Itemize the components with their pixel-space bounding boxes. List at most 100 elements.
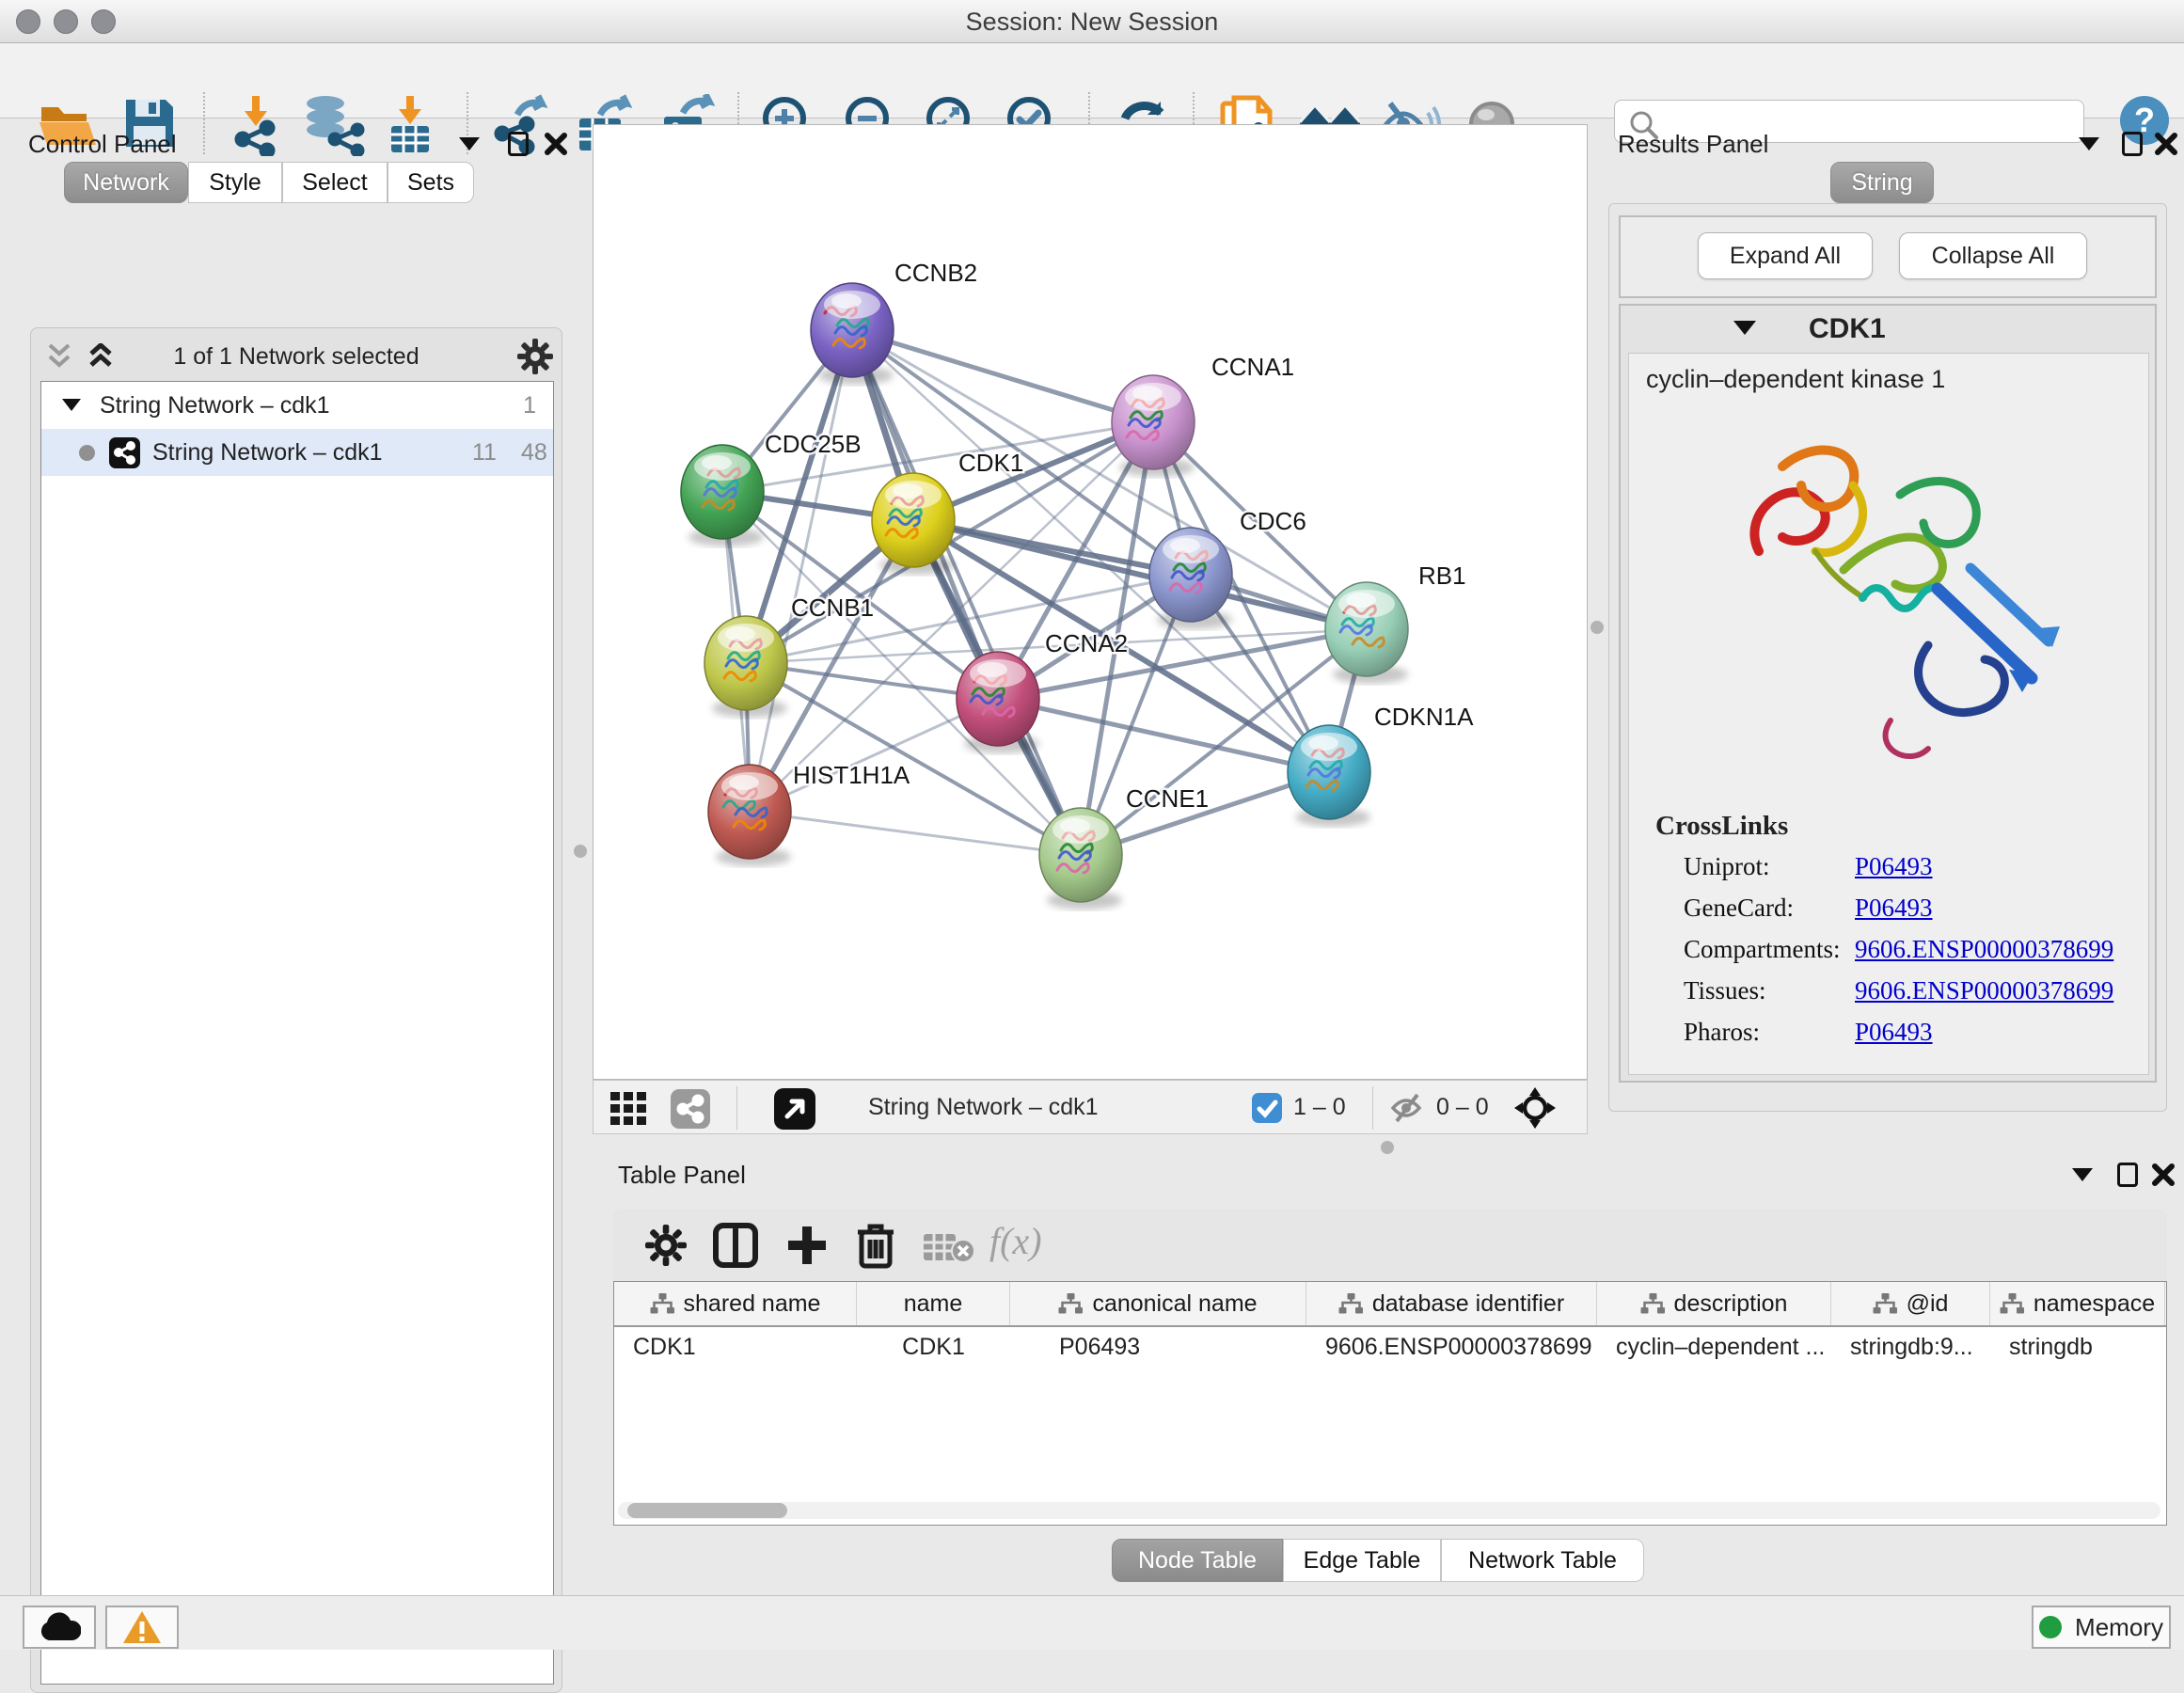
network-node-ccnb1[interactable] (704, 616, 787, 718)
cloud-icon (38, 1612, 81, 1642)
cloud-status-button[interactable] (23, 1606, 96, 1649)
node-label: CCNE1 (1126, 784, 1209, 813)
control-panel-collapse-icon[interactable] (459, 137, 480, 150)
string-view-badge-icon[interactable] (671, 1089, 710, 1129)
tab-style[interactable]: Style (188, 162, 282, 203)
network-edge[interactable] (750, 812, 1081, 855)
network-node-ccne1[interactable] (1039, 808, 1122, 910)
tab-string-results[interactable]: String (1830, 162, 1934, 203)
crosslink-link[interactable]: 9606.ENSP00000378699 (1855, 935, 2113, 964)
table-panel-collapse-icon[interactable] (2072, 1168, 2093, 1181)
tab-network[interactable]: Network (64, 162, 188, 203)
column-header-canonical-name[interactable]: canonical name (1010, 1282, 1306, 1325)
tab-select[interactable]: Select (282, 162, 388, 203)
network-status-bar: String Network – cdk1 1 – 0 0 – 0 (593, 1080, 1588, 1134)
network-row-selected[interactable]: String Network – cdk1 11 48 (41, 429, 553, 476)
network-graph[interactable]: CCNB2CCNA1CDC25BCDK1CDC6RB1CCNB1CCNA2CDK… (593, 125, 1587, 1079)
scrollbar-thumb[interactable] (627, 1503, 787, 1518)
selected-count: 1 – 0 (1293, 1094, 1346, 1121)
crosslink-link[interactable]: 9606.ENSP00000378699 (1855, 976, 2113, 1005)
table-cell: stringdb:9... (1831, 1334, 1990, 1361)
node-label: CDC25B (765, 430, 862, 458)
column-header-shared-name[interactable]: shared name (614, 1282, 857, 1325)
node-label: RB1 (1418, 562, 1466, 590)
tab-sets[interactable]: Sets (388, 162, 474, 203)
warnings-button[interactable] (105, 1606, 179, 1649)
tab-node-table[interactable]: Node Table (1112, 1539, 1283, 1582)
table-cell: P06493 (1010, 1334, 1306, 1361)
tab-edge-table[interactable]: Edge Table (1283, 1539, 1441, 1582)
network-node-ccna2[interactable] (957, 652, 1039, 753)
memory-status-dot-icon (2039, 1616, 2062, 1638)
string-app-badge-icon (109, 437, 140, 468)
results-panel-collapse-icon[interactable] (2079, 137, 2099, 150)
control-panel-float-icon[interactable] (508, 132, 529, 156)
network-edge[interactable] (852, 330, 1153, 422)
column-header-name[interactable]: name (857, 1282, 1010, 1325)
network-node-cdc25b[interactable] (681, 445, 764, 546)
results-panel-float-icon[interactable] (2122, 132, 2143, 156)
column-header-namespace[interactable]: namespace (1990, 1282, 2165, 1325)
table-body: CDK1CDK1P064939606.ENSP00000378699cyclin… (614, 1327, 2166, 1367)
hierarchy-icon (1338, 1292, 1363, 1315)
table-panel-float-icon[interactable] (2117, 1163, 2138, 1187)
delete-column-trash-icon[interactable] (854, 1221, 897, 1270)
crosslink-link[interactable]: P06493 (1855, 852, 1933, 881)
open-in-window-icon[interactable] (774, 1088, 815, 1130)
collection-expander-icon[interactable] (62, 399, 81, 411)
crosslink-label: GeneCard: (1684, 894, 1794, 923)
network-view-title: String Network – cdk1 (868, 1094, 1099, 1121)
network-node-cdc6[interactable] (1149, 528, 1232, 629)
table-row[interactable]: CDK1CDK1P064939606.ENSP00000378699cyclin… (614, 1327, 2166, 1367)
warning-icon (122, 1609, 162, 1645)
network-node-cdk1[interactable] (872, 473, 955, 575)
network-options-gear-icon[interactable] (516, 338, 554, 375)
table-panel-close-icon[interactable] (2151, 1163, 2176, 1187)
network-canvas[interactable]: CCNB2CCNA1CDC25BCDK1CDC6RB1CCNB1CCNA2CDK… (593, 124, 1588, 1080)
network-node-hist1h1a[interactable] (708, 765, 791, 866)
network-node-ccna1[interactable] (1112, 375, 1195, 477)
network-list: String Network – cdk1 1 String Network –… (40, 381, 554, 1685)
birdseye-view-icon[interactable] (1513, 1086, 1557, 1130)
crosslink-link[interactable]: P06493 (1855, 1018, 1933, 1047)
collection-network-count: 1 (523, 382, 536, 429)
network-edge[interactable] (998, 699, 1329, 772)
column-header-database-identifier[interactable]: database identifier (1306, 1282, 1597, 1325)
tab-network-table[interactable]: Network Table (1441, 1539, 1644, 1582)
results-panel-close-icon[interactable] (2154, 132, 2178, 156)
add-column-icon[interactable] (784, 1223, 830, 1268)
left-splitter-handle[interactable] (574, 845, 587, 858)
expand-all-button[interactable]: Expand All (1698, 232, 1873, 279)
crosslinks-title: CrossLinks (1655, 811, 1788, 842)
network-node-cdkn1a[interactable] (1288, 725, 1370, 827)
show-columns-icon[interactable] (713, 1223, 758, 1268)
control-panel-close-icon[interactable] (544, 132, 568, 156)
bottom-splitter-handle[interactable] (1381, 1141, 1394, 1154)
table-horizontal-scrollbar[interactable] (618, 1502, 2160, 1519)
table-options-gear-icon[interactable] (645, 1225, 687, 1266)
cdk1-entry-header[interactable]: CDK1 (1621, 306, 2155, 351)
network-node-ccnb2[interactable] (811, 283, 894, 385)
memory-button[interactable]: Memory (2032, 1606, 2171, 1649)
status-separator (736, 1086, 737, 1130)
network-node-rb1[interactable] (1325, 582, 1408, 684)
crosslink-link[interactable]: P06493 (1855, 894, 1933, 923)
column-header-description[interactable]: description (1597, 1282, 1831, 1325)
table-cell: cyclin–dependent ... (1597, 1334, 1831, 1361)
entry-expander-icon[interactable] (1733, 321, 1756, 335)
selected-checkbox-icon[interactable] (1252, 1093, 1282, 1123)
main-toolbar: ? (0, 43, 2184, 119)
crosslink-row: Pharos:P06493 (1629, 1018, 2150, 1059)
delete-table-icon[interactable] (924, 1230, 976, 1264)
node-table: shared namenamecanonical namedatabase id… (613, 1281, 2167, 1526)
results-panel-title: Results Panel (1618, 130, 1768, 159)
crosslink-row: Uniprot:P06493 (1629, 852, 2150, 894)
column-header--id[interactable]: @id (1831, 1282, 1990, 1325)
network-collection-row[interactable]: String Network – cdk1 1 (41, 382, 553, 429)
crosslink-row: Tissues:9606.ENSP00000378699 (1629, 976, 2150, 1018)
function-builder-icon[interactable]: f(x) (989, 1219, 1042, 1263)
hierarchy-icon (2000, 1292, 2024, 1315)
grid-view-icon[interactable] (610, 1092, 648, 1126)
network-label: String Network – cdk1 (152, 429, 383, 476)
collapse-all-button[interactable]: Collapse All (1899, 232, 2087, 279)
